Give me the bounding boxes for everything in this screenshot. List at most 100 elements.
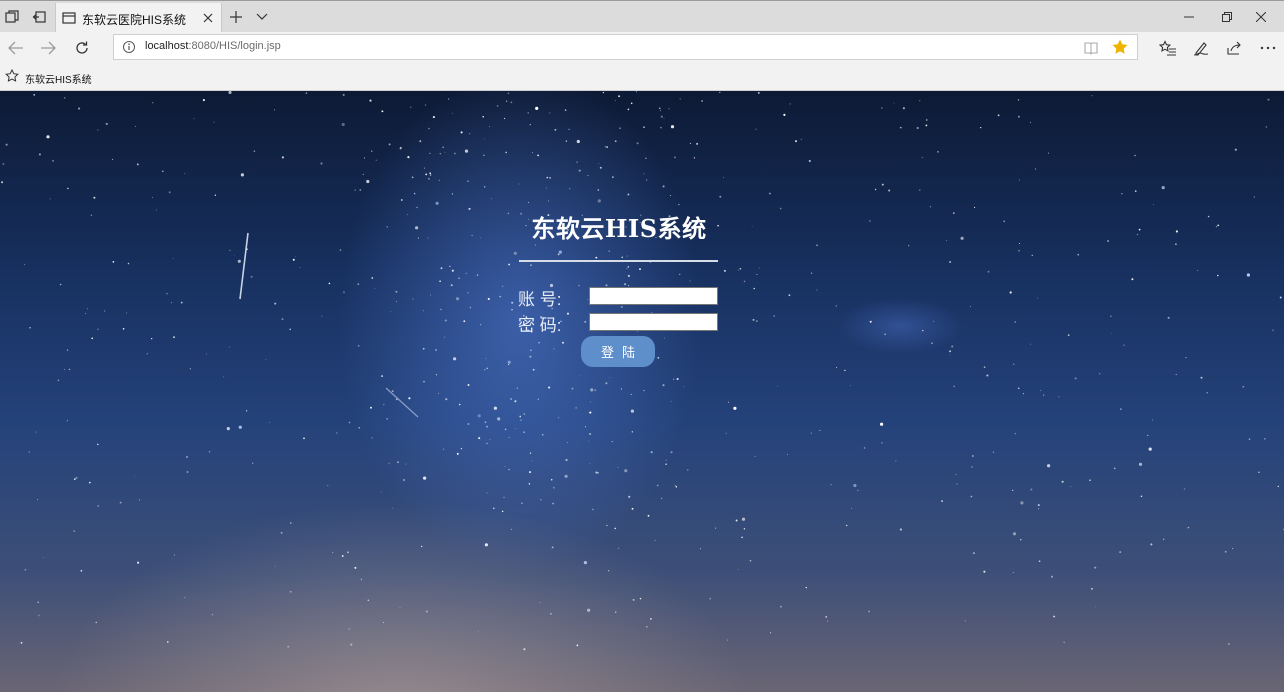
star-dot: [419, 140, 422, 143]
star-dot: [484, 421, 487, 424]
star-dot: [888, 189, 891, 192]
star-dot: [173, 336, 175, 338]
star-dot: [73, 478, 76, 481]
refresh-icon[interactable]: [69, 35, 95, 61]
star-dot: [20, 642, 23, 644]
star-dot: [589, 463, 591, 465]
star-dot: [1022, 393, 1024, 395]
star-dot: [953, 385, 956, 388]
star-dot: [75, 476, 78, 479]
star-dot: [1174, 243, 1177, 246]
close-tab-icon[interactable]: [199, 9, 217, 27]
star-dot: [467, 180, 469, 182]
star-dot: [647, 514, 650, 517]
star-dot: [768, 192, 771, 195]
star-dot: [347, 551, 350, 554]
star-dot: [507, 92, 510, 95]
browser-tab-active[interactable]: 东软云医院HIS系统: [55, 3, 222, 33]
star-dot: [486, 492, 488, 494]
star-dot: [97, 505, 99, 507]
star-dot: [408, 397, 411, 400]
star-dot: [643, 173, 645, 175]
star-dot: [575, 407, 577, 409]
star-dot: [234, 255, 236, 257]
star-dot: [558, 417, 560, 419]
star-dot: [388, 143, 391, 146]
star-dot: [274, 109, 276, 111]
star-dot: [253, 150, 256, 152]
star-dot: [391, 390, 394, 393]
star-dot: [699, 548, 701, 550]
close-window-icon[interactable]: [1238, 1, 1284, 33]
star-dot: [354, 189, 356, 191]
star-dot: [173, 554, 175, 556]
star-dot: [488, 126, 490, 127]
password-input[interactable]: [589, 313, 718, 331]
star-dot: [90, 214, 93, 216]
star-dot: [52, 160, 54, 162]
star-dot: [66, 420, 68, 422]
star-dot: [1175, 230, 1178, 233]
star-dot: [138, 499, 141, 501]
chevron-down-icon[interactable]: [252, 7, 272, 27]
star-dot: [753, 287, 755, 290]
star-dot: [960, 236, 964, 240]
star-dot: [899, 528, 902, 531]
star-dot: [67, 187, 69, 190]
star-dot: [675, 486, 678, 488]
star-dot: [29, 327, 31, 329]
star-dot: [518, 183, 520, 185]
login-button[interactable]: 登陆: [581, 336, 655, 367]
star-dot: [552, 502, 554, 505]
new-tab-icon[interactable]: [226, 7, 246, 27]
star-dot: [743, 280, 746, 283]
star-dot: [751, 225, 753, 227]
star-dot: [93, 196, 96, 199]
star-dot: [358, 427, 361, 429]
info-icon[interactable]: [122, 40, 136, 54]
pen-icon[interactable]: [1188, 35, 1214, 61]
star-dot: [1119, 551, 1122, 554]
star-dot: [955, 473, 957, 475]
share-icon[interactable]: [1221, 35, 1247, 61]
star-dot: [788, 294, 791, 297]
address-bar[interactable]: localhost:8080/HIS/login.jsp: [113, 34, 1138, 60]
star-dot: [1038, 560, 1041, 563]
star-dot: [1089, 479, 1091, 481]
favorite-item-his[interactable]: 东软云HIS系统: [25, 71, 92, 86]
star-dot: [515, 428, 517, 429]
star-dot: [529, 452, 532, 454]
star-dot: [275, 565, 277, 567]
star-dot: [269, 422, 270, 423]
star-dot: [565, 458, 568, 462]
star-dot: [537, 154, 539, 157]
star-dot: [485, 357, 487, 359]
favorites-hub-icon[interactable]: [1155, 35, 1181, 61]
star-dot: [551, 546, 554, 549]
set-tabs-aside-icon[interactable]: [29, 7, 49, 27]
star-dot: [770, 632, 772, 634]
star-dot: [523, 413, 526, 415]
star-dot: [598, 162, 600, 165]
star-dot: [386, 226, 388, 228]
star-dot: [214, 194, 217, 196]
star-dot: [1161, 186, 1165, 190]
star-dot: [397, 461, 399, 464]
star-dot: [1248, 438, 1251, 440]
more-options-icon[interactable]: [1255, 35, 1281, 61]
account-input[interactable]: [589, 287, 718, 305]
star-dot: [658, 107, 661, 110]
favorite-star-icon[interactable]: [1111, 38, 1129, 56]
url-text[interactable]: localhost:8080/HIS/login.jsp: [145, 40, 281, 52]
star-dot: [941, 500, 944, 503]
reading-view-icon[interactable]: [1083, 40, 1099, 56]
star-dot: [757, 91, 760, 94]
back-arrow-icon[interactable]: [3, 35, 29, 61]
star-dot: [510, 528, 512, 530]
star-dot: [223, 376, 225, 378]
forward-arrow-icon[interactable]: [35, 35, 61, 61]
star-dot: [628, 495, 631, 498]
star-dot: [496, 105, 499, 107]
star-dot: [540, 499, 542, 501]
tab-manager-icon[interactable]: [2, 7, 22, 27]
